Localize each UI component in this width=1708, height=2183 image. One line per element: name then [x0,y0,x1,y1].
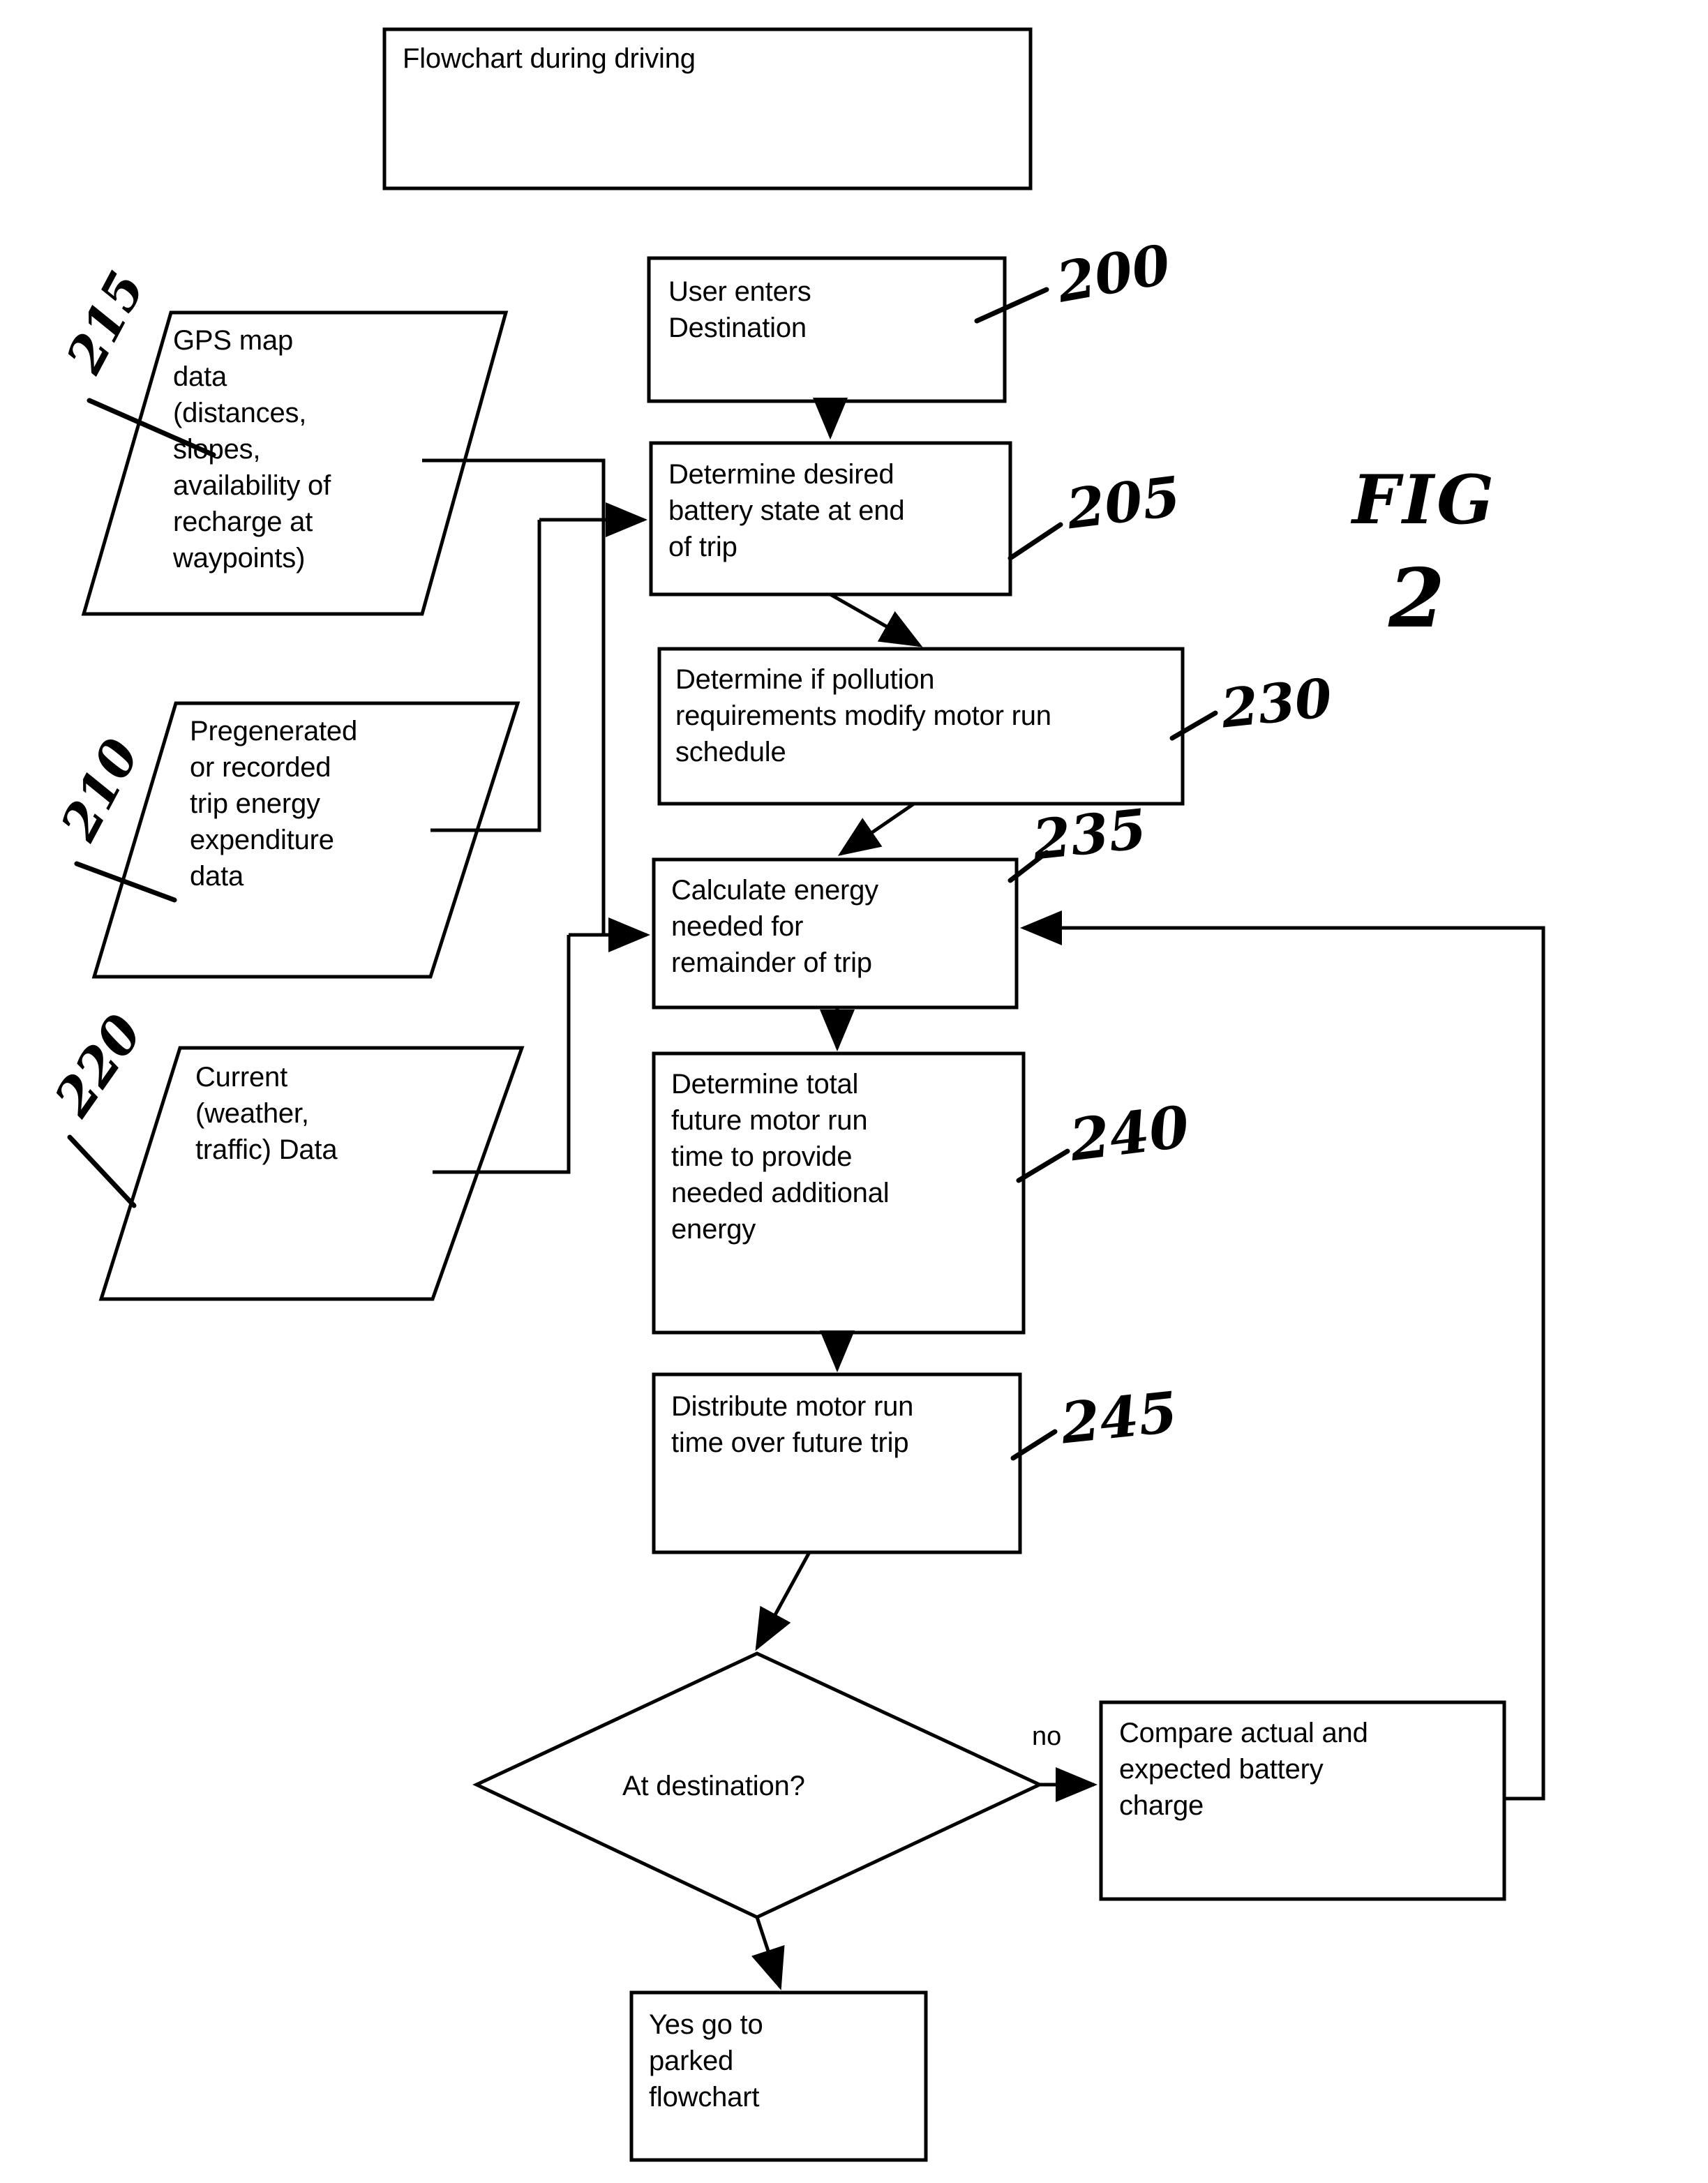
leader-220 [67,1134,137,1208]
ref-numeral-245: 245 [1058,1379,1181,1457]
ref-numeral-235: 235 [1030,797,1150,873]
leader-230 [1169,710,1218,741]
leader-205 [1007,522,1063,561]
figure-annotation-fig: FIG [1352,460,1497,539]
leader-200 [974,287,1049,324]
leader-240 [1016,1148,1070,1183]
ref-numeral-230: 230 [1218,666,1335,740]
patent-figure-page: Flowchart during driving User enters Des… [0,0,1708,2183]
figure-annotation-number: 2 [1388,551,1445,646]
handwritten-leader-lines [67,287,1218,1461]
leader-215 [87,398,216,458]
leader-245 [1010,1429,1058,1461]
leader-210 [74,861,177,903]
